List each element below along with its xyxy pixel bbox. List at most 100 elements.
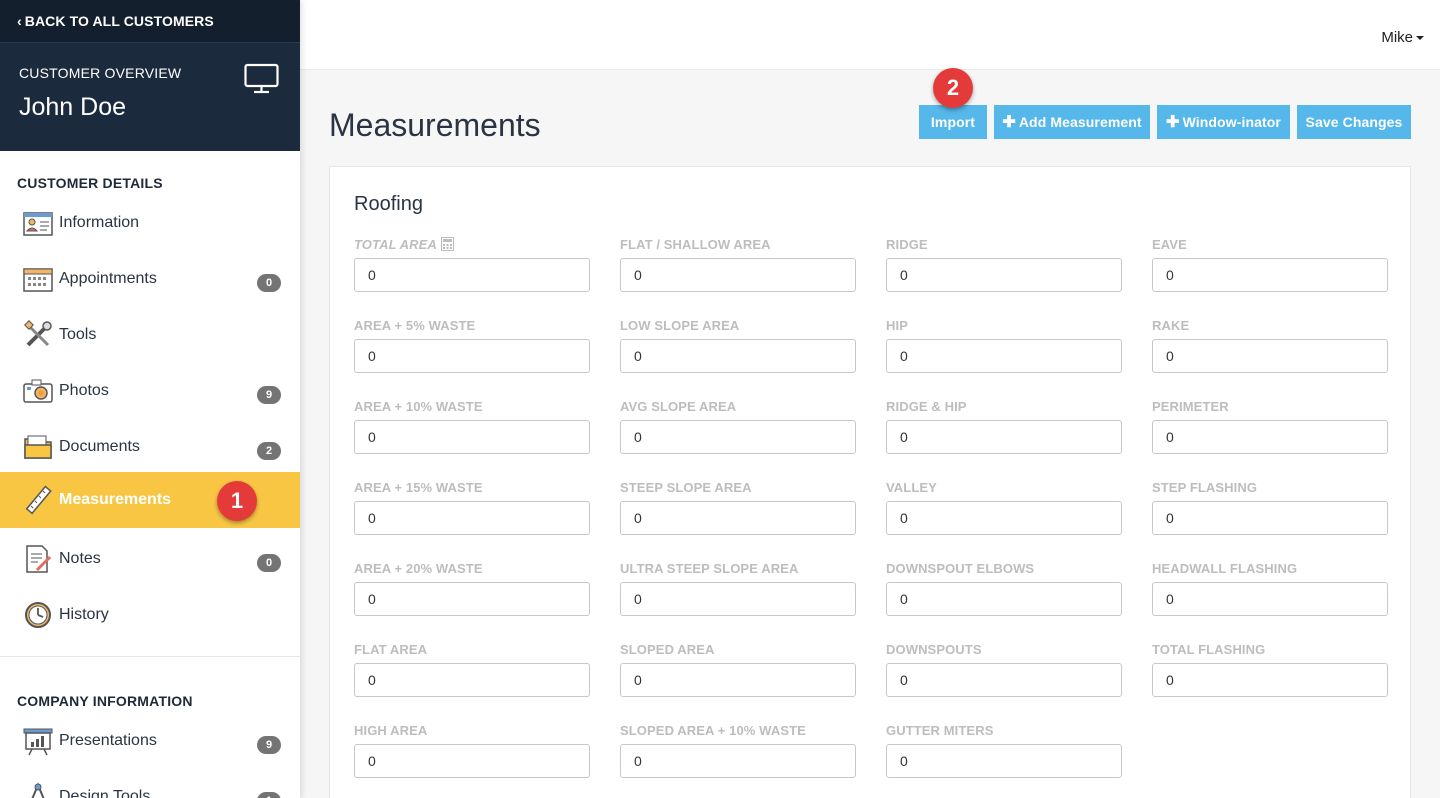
field-label: STEP FLASHING [1152,480,1388,496]
high-area-input[interactable]: 0 [354,744,590,778]
field-label: AREA + 15% WASTE [354,480,590,496]
caret-down-icon [1416,36,1424,41]
avg-slope-area-input[interactable]: 0 [620,420,856,454]
ruler-icon [25,485,52,515]
sloped-area-input[interactable]: 0 [620,663,856,697]
area-15-waste-input[interactable]: 0 [354,501,590,535]
notes-icon [26,545,52,573]
overview-label: CUSTOMER OVERVIEW [19,65,182,81]
field-area-15-waste: AREA + 15% WASTE 0 [354,480,590,535]
design-tools-icon [31,782,45,798]
field-label-text: PERIMETER [1152,399,1229,414]
field-label-text: DOWNSPOUT ELBOWS [886,561,1035,576]
ridge-hip-input[interactable]: 0 [886,420,1122,454]
field-ultra-steep-slope-area: ULTRA STEEP SLOPE AREA 0 [620,561,856,616]
sidebar-divider [0,656,300,657]
field-label-text: SLOPED AREA + 10% WASTE [620,723,806,738]
field-label-text: AREA + 5% WASTE [354,318,476,333]
user-menu[interactable]: Mike [1381,29,1424,46]
sidebar-item-label: Appointments [59,270,157,287]
valley-input[interactable]: 0 [886,501,1122,535]
hip-input[interactable]: 0 [886,339,1122,373]
steep-slope-area-input[interactable]: 0 [620,501,856,535]
sidebar-item-tools[interactable]: Tools [0,307,300,363]
sidebar-item-appointments[interactable]: Appointments 0 [0,251,300,307]
downspout-elbows-input[interactable]: 0 [886,582,1122,616]
tools-icon [24,320,52,347]
sidebar-item-label: Presentations [59,732,157,749]
monitor-icon[interactable] [244,63,279,95]
back-to-customers-link[interactable]: ‹ BACK TO ALL CUSTOMERS [0,0,300,42]
windowinator-button[interactable]: ✚ Window-inator [1157,105,1290,139]
sidebar-item-presentations[interactable]: Presentations 9 [0,713,300,769]
sidebar-item-information[interactable]: Information [0,195,300,251]
rake-input[interactable]: 0 [1152,339,1388,373]
field-label-text: HEADWALL FLASHING [1152,561,1298,576]
field-label-text: FLAT AREA [354,642,428,657]
area-10-waste-input[interactable]: 0 [354,420,590,454]
field-hip: HIP 0 [886,318,1122,373]
field-rake: RAKE 0 [1152,318,1388,373]
step-flashing-input[interactable]: 0 [1152,501,1388,535]
sidebar-item-notes[interactable]: Notes 0 [0,531,300,587]
flat-area-input[interactable]: 0 [354,663,590,697]
field-label: TOTAL AREA [354,237,590,253]
ridge-input[interactable]: 0 [886,258,1122,292]
field-flat-shallow-area: FLAT / SHALLOW AREA 0 [620,237,856,292]
sidebar-item-label: Information [59,214,140,231]
sidebar-item-label: Tools [59,326,97,343]
add-measurement-label: Add Measurement [1018,114,1142,130]
area-5-waste-input[interactable]: 0 [354,339,590,373]
field-label: FLAT / SHALLOW AREA [620,237,856,253]
field-label-text: ULTRA STEEP SLOPE AREA [620,561,799,576]
ultra-steep-slope-area-input[interactable]: 0 [620,582,856,616]
id-card-icon [23,212,53,236]
calculator-icon[interactable] [440,237,454,251]
sidebar-item-documents[interactable]: Documents 2 [0,419,300,475]
save-label: Save Changes [1305,114,1403,130]
chevron-left-icon: ‹ [17,13,22,29]
step-callout-2: 2 [933,68,973,108]
low-slope-area-input[interactable]: 0 [620,339,856,373]
field-label-text: AREA + 10% WASTE [354,399,483,414]
field-label: AREA + 5% WASTE [354,318,590,334]
field-headwall-flashing: HEADWALL FLASHING 0 [1152,561,1388,616]
field-label-text: HIGH AREA [354,723,428,738]
perimeter-input[interactable]: 0 [1152,420,1388,454]
total-flashing-input[interactable]: 0 [1152,663,1388,697]
sidebar-item-label: Photos [59,382,109,399]
add-measurement-button[interactable]: ✚ Add Measurement [994,105,1150,139]
count-badge: 1 [257,792,281,798]
eave-input[interactable]: 0 [1152,258,1388,292]
field-label-text: FLAT / SHALLOW AREA [620,237,771,252]
sidebar-item-history[interactable]: History [0,587,300,643]
total-area-input[interactable]: 0 [354,258,590,292]
field-label-text: AREA + 20% WASTE [354,561,483,576]
gutter-miters-input[interactable]: 0 [886,744,1122,778]
save-changes-button[interactable]: Save Changes [1297,105,1411,139]
field-total-area: TOTAL AREA 0 [354,237,590,292]
user-name: Mike [1381,29,1413,46]
import-button[interactable]: Import [919,105,987,139]
field-perimeter: PERIMETER 0 [1152,399,1388,454]
sloped-area-10-waste-input[interactable]: 0 [620,744,856,778]
field-label: TOTAL FLASHING [1152,642,1388,658]
field-flat-area: FLAT AREA 0 [354,642,590,697]
field-label: RIDGE [886,237,1122,253]
field-label: RIDGE & HIP [886,399,1122,415]
field-label-text: AREA + 15% WASTE [354,480,483,495]
sidebar-item-photos[interactable]: Photos 9 [0,363,300,419]
field-ridge: RIDGE 0 [886,237,1122,292]
area-20-waste-input[interactable]: 0 [354,582,590,616]
field-label-text: RIDGE [886,237,928,252]
field-label: DOWNSPOUT ELBOWS [886,561,1122,577]
sidebar-item-design-tools[interactable]: Design Tools 1 [0,769,300,798]
flat-shallow-area-input[interactable]: 0 [620,258,856,292]
plus-icon: ✚ [1002,114,1016,131]
downspouts-input[interactable]: 0 [886,663,1122,697]
count-badge: 9 [257,386,281,404]
field-label: SLOPED AREA [620,642,856,658]
headwall-flashing-input[interactable]: 0 [1152,582,1388,616]
field-downspouts: DOWNSPOUTS 0 [886,642,1122,697]
field-gutter-miters: GUTTER MITERS 0 [886,723,1122,778]
